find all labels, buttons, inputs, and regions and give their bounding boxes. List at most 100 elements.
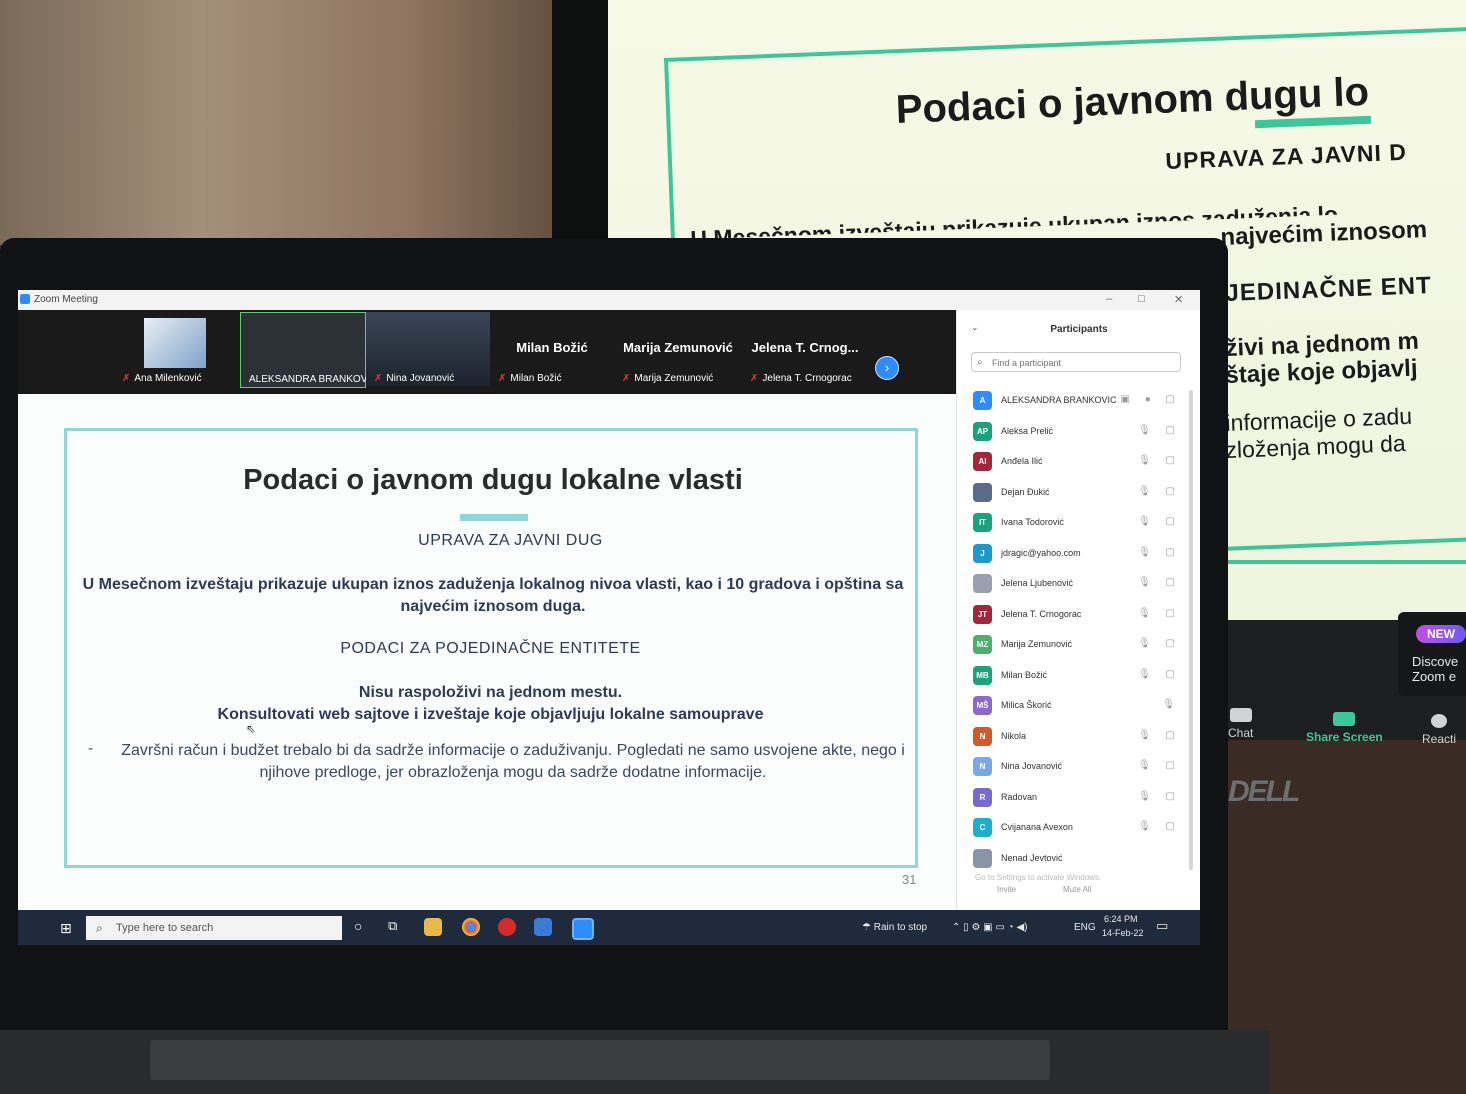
close-button[interactable]: ✕ [1174, 293, 1183, 306]
windows-taskbar: ⊞ ⌕ Type here to search ○ ⧉ ☂ Rain to st… [18, 910, 1200, 945]
monitor-chat-button[interactable]: Chat [1228, 708, 1253, 740]
mic-video-status-icons[interactable]: 🎙 [1162, 699, 1181, 710]
next-page-button[interactable]: › [875, 356, 899, 380]
participant-name: Aleksa Prelić [1001, 425, 1054, 436]
avatar: AP [973, 421, 992, 441]
opera-icon[interactable] [498, 918, 516, 936]
search-icon: ⌕ [96, 921, 103, 935]
system-tray-icons[interactable]: ⌃ ▯ ⚙ ▣ ▭ ◔ ◀) [952, 922, 1027, 933]
laptop-screen: Zoom Meeting – □ ✕ ✗ Ana Milenković ALEKS… [18, 290, 1200, 945]
participant-row[interactable]: Jjdragic@yahoo.com 🎙 ▢ [971, 543, 1181, 565]
zoom-taskbar-icon[interactable] [572, 918, 594, 940]
muted-mic-icon: ✗ [122, 373, 131, 384]
mic-video-status-icons[interactable]: 🎙 ▢ [1138, 760, 1181, 771]
mic-video-status-icons[interactable]: 🎙 ▢ [1138, 486, 1181, 497]
task-view-icon[interactable]: ⧉ [388, 918, 397, 934]
mic-video-status-icons[interactable]: 🎙 ▢ [1138, 608, 1181, 619]
participant-row[interactable]: Jelena Ljubenović 🎙 ▢ [971, 573, 1181, 595]
new-badge: NEW [1416, 625, 1466, 643]
clock-time[interactable]: 6:24 PM [1104, 914, 1138, 924]
participant-row[interactable]: N Nina Jovanović 🎙 ▢ [971, 756, 1181, 778]
monitor-frame-bottom [1222, 560, 1466, 564]
participant-row[interactable]: N Nikola 🎙 ▢ [971, 726, 1181, 748]
monitor-share-screen-button[interactable]: Share Screen [1306, 712, 1383, 744]
slide-bullet-dash: - [88, 740, 93, 757]
taskbar-search-box[interactable]: ⌕ Type here to search [86, 916, 342, 940]
avatar: N [973, 726, 992, 746]
mic-video-status-icons[interactable]: 🎙 ▢ [1138, 638, 1181, 649]
participant-video-strip: ✗ Ana Milenković ALEKSANDRA BRANKOVIC ✗ Ni… [18, 310, 956, 394]
participant-row[interactable]: AI Anđela Ilić 🎙 ▢ [971, 451, 1181, 473]
windows-start-icon[interactable]: ⊞ [60, 920, 72, 937]
slide-title: Podaci o javnom dugu lokalne vlasti [243, 464, 743, 496]
weather-indicator[interactable]: ☂ Rain to stop [862, 922, 927, 933]
participant-name: Nikola [1001, 730, 1027, 741]
participant-row[interactable]: MŠ Milica Škorić 🎙 [971, 695, 1181, 717]
slide-title-underline [460, 514, 528, 521]
participant-row[interactable]: MB Milan Božić 🎙 ▢ [971, 665, 1181, 687]
avatar: MB [973, 665, 992, 685]
participant-name: Marija Zemunović [1001, 639, 1073, 649]
search-icon: ⌕ [977, 357, 983, 368]
background-wall [0, 0, 580, 245]
mic-video-status-icons[interactable]: 🎙 ▢ [1138, 669, 1181, 680]
video-tile[interactable]: ✗ Ana Milenković [114, 312, 234, 386]
cortana-icon[interactable]: ○ [354, 918, 362, 934]
avatar: JT [973, 604, 992, 624]
mic-video-status-icons[interactable]: 🎙 ▢ [1138, 730, 1181, 741]
slide-paragraph: U Mesečnom izveštaju prikazuje ukupan iz… [82, 576, 904, 615]
minimize-button[interactable]: – [1106, 293, 1112, 305]
participant-row[interactable]: A ALEKSANDRA BRANKOVIC ▣ ● ▢ [971, 390, 1181, 412]
name-tile[interactable]: Milan Božić ✗ Milan Božić [490, 312, 614, 386]
participants-scrollbar[interactable] [1189, 390, 1193, 870]
participant-row[interactable]: IT Ivana Todorović 🎙 ▢ [971, 512, 1181, 534]
app-icon[interactable] [534, 918, 552, 936]
mic-video-status-icons[interactable]: 🎙 ▢ [1138, 516, 1181, 527]
participant-name: Anđela Ilić [1001, 456, 1043, 466]
participant-name: Nina Jovanović [1001, 761, 1063, 771]
mic-video-status-icons[interactable]: 🎙 ▢ [1138, 455, 1181, 466]
participant-row[interactable]: R Radovan 🎙 ▢ [971, 787, 1181, 809]
muted-mic-icon: ✗ [622, 373, 631, 384]
muted-mic-icon: ✗ [374, 373, 383, 384]
mic-video-status-icons[interactable]: ▣ ● ▢ [1121, 394, 1182, 405]
avatar: IT [973, 513, 992, 532]
mute-all-button[interactable]: Mute All [1063, 885, 1091, 894]
slide-nisu-line2: Konsultovati web sajtove i izveštaje koj… [217, 706, 764, 723]
mic-video-status-icons[interactable]: 🎙 ▢ [1138, 425, 1181, 436]
participant-name: jdragic@yahoo.com [1001, 547, 1081, 558]
participant-search-input[interactable]: ⌕ Find a participant [971, 352, 1181, 372]
maximize-button[interactable]: □ [1138, 293, 1145, 305]
participant-row[interactable]: AP Aleksa Prelić 🎙 ▢ [971, 421, 1181, 443]
clock-date[interactable]: 14-Feb-22 [1102, 928, 1144, 938]
chrome-icon[interactable] [462, 918, 480, 936]
slide-zavrsni-text: Završni račun i budžet trebalo bi da sad… [121, 742, 905, 781]
participant-name: Nenad Jevtović [1001, 852, 1063, 863]
avatar [144, 318, 206, 368]
monitor-reactions-button[interactable]: Reacti [1422, 714, 1456, 746]
invite-button[interactable]: Invite [997, 885, 1016, 894]
participant-row[interactable]: Nenad Jevtović [971, 848, 1181, 870]
participant-row[interactable]: JT Jelena T. Crnogorac 🎙 ▢ [971, 604, 1181, 626]
notification-icon[interactable]: ▭ [1156, 918, 1168, 934]
participant-row[interactable]: MZ Marija Zemunović 🎙 ▢ [971, 634, 1181, 656]
video-tile-active-speaker[interactable]: ALEKSANDRA BRANKOVIC [240, 312, 377, 388]
participants-header: Participants [1050, 324, 1108, 335]
mic-video-status-icons[interactable]: 🎙 ▢ [1138, 821, 1181, 832]
slide-nisu-line1: Nisu raspoloživi na jednom mestu. [358, 684, 623, 701]
chat-icon [1229, 708, 1252, 722]
participant-row[interactable]: Dejan Đukić 🎙 ▢ [971, 482, 1181, 504]
slide-entities-heading: PODACI ZA POJEDINAČNE ENTITETE [340, 640, 641, 657]
avatar: A [973, 391, 992, 410]
muted-mic-icon: ✗ [498, 373, 507, 384]
participant-row[interactable]: C Cvijanana Avexon 🎙 ▢ [971, 817, 1181, 839]
mic-video-status-icons[interactable]: 🎙 ▢ [1138, 547, 1181, 558]
file-explorer-icon[interactable] [424, 918, 442, 936]
mic-video-status-icons[interactable]: 🎙 ▢ [1138, 791, 1181, 802]
name-tile[interactable]: Jelena T. Crnog... ✗ Jelena T. Crnogorac [742, 312, 868, 386]
name-tile[interactable]: Marija Zemunović ✗ Marija Zemunović [616, 312, 740, 386]
mic-video-status-icons[interactable]: 🎙 ▢ [1138, 577, 1181, 588]
participant-name: Jelena T. Crnogorac [1001, 608, 1082, 619]
video-tile[interactable]: ✗ Nina Jovanović [366, 312, 490, 386]
language-indicator[interactable]: ENG [1074, 922, 1096, 933]
